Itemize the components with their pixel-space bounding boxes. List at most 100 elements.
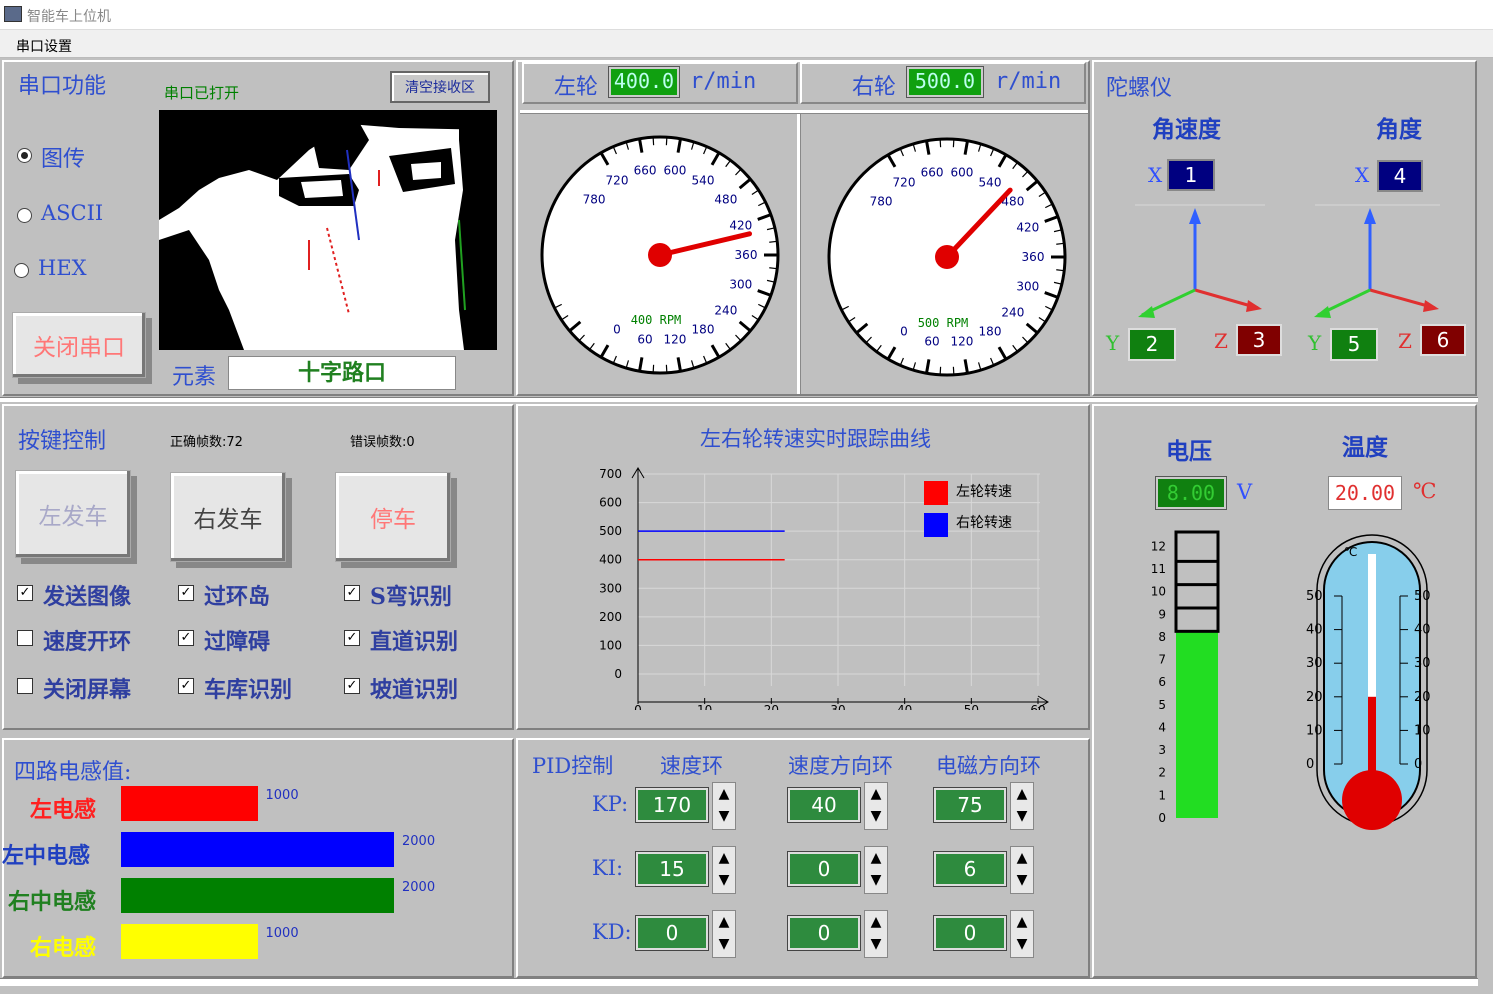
legend-left-swatch [924, 481, 948, 505]
arrow-up-icon[interactable]: ▲ [713, 783, 735, 805]
check-send-image[interactable]: ✓ 发送图像 [17, 580, 167, 610]
left-start-button[interactable]: 左发车 [15, 470, 131, 558]
thermo-tick-right: 30 [1414, 656, 1431, 671]
arrow-up-icon[interactable]: ▲ [1011, 847, 1033, 869]
angvel-z-value: 3 [1236, 324, 1282, 356]
x-tick-label: 10 [697, 703, 712, 710]
pid-value[interactable]: 0 [635, 915, 709, 951]
arrow-up-icon[interactable]: ▲ [865, 911, 887, 933]
y-tick-label: 600 [599, 496, 622, 510]
gauge-tick-label: 720 [893, 176, 916, 190]
left-unit: r/min [690, 69, 757, 94]
arrow-down-icon[interactable]: ▼ [1011, 805, 1033, 827]
check-s-curve[interactable]: ✓ S弯识别 [344, 580, 494, 610]
checkbox: ✓ [344, 678, 360, 694]
arrow-down-icon[interactable]: ▼ [713, 869, 735, 891]
voltage-tick-label: 10 [1151, 585, 1166, 599]
arrow-up-icon[interactable]: ▲ [1011, 911, 1033, 933]
gauge-tick-label: 540 [692, 174, 715, 188]
clear-receive-button[interactable]: 清空接收区 [390, 71, 490, 103]
check-ramp[interactable]: ✓ 坡道识别 [344, 673, 494, 703]
gauge-tick-label: 0 [900, 324, 908, 338]
pid-col-speed: 速度环 [660, 754, 723, 778]
title-bar: 智能车上位机 [0, 0, 1493, 30]
pid-spinner[interactable]: ▲ ▼ [864, 846, 888, 894]
gauge-tick-label: 540 [979, 176, 1002, 190]
gauge-tick-label: 780 [870, 195, 893, 209]
arrow-down-icon[interactable]: ▼ [865, 933, 887, 955]
arrow-up-icon[interactable]: ▲ [713, 911, 735, 933]
angle-z-label: Z [1398, 329, 1412, 353]
arrow-down-icon[interactable]: ▼ [865, 869, 887, 891]
radio-hex[interactable]: HEX [12, 256, 132, 283]
pid-spinner[interactable]: ▲ ▼ [712, 910, 736, 958]
pid-value[interactable]: 75 [933, 787, 1007, 823]
pid-value[interactable]: 15 [635, 851, 709, 887]
pid-value[interactable]: 0 [933, 915, 1007, 951]
arrow-down-icon[interactable]: ▼ [1011, 933, 1033, 955]
app-icon [4, 6, 22, 22]
arrow-up-icon[interactable]: ▲ [865, 847, 887, 869]
pid-spinner[interactable]: ▲ ▼ [1010, 782, 1034, 830]
serial-status: 串口已打开 [164, 84, 240, 102]
thermo-tick-left: 10 [1306, 723, 1323, 738]
pid-spinner[interactable]: ▲ ▼ [864, 910, 888, 958]
gauge-tick-label: 300 [1016, 279, 1039, 293]
voltage-title: 电压 [1166, 438, 1212, 465]
check-roundabout[interactable]: ✓ 过环岛 [178, 580, 328, 610]
radio-image[interactable]: 图传 [15, 144, 135, 172]
voltage-tick-label: 0 [1158, 811, 1166, 825]
pid-value[interactable]: 40 [787, 787, 861, 823]
pid-value[interactable]: 170 [635, 787, 709, 823]
thermo-tick-left: 50 [1306, 589, 1323, 604]
stop-button[interactable]: 停车 [335, 472, 451, 562]
menu-serial-settings[interactable]: 串口设置 [16, 36, 72, 56]
angvel-y-value: 2 [1128, 328, 1176, 361]
gauge-tick-label: 300 [729, 277, 752, 291]
voltage-unit: V [1237, 480, 1253, 504]
pid-value[interactable]: 6 [933, 851, 1007, 887]
gauge-tick-label: 420 [729, 219, 752, 233]
thermo-tick-left: 30 [1306, 656, 1323, 671]
close-port-button[interactable]: 关闭串口 [12, 312, 146, 378]
angvel-x-label: X [1148, 163, 1163, 187]
pid-spinner[interactable]: ▲ ▼ [864, 782, 888, 830]
arrow-up-icon[interactable]: ▲ [1011, 783, 1033, 805]
angular-velocity-label: 角速度 [1152, 116, 1221, 143]
check-close-screen[interactable]: 关闭屏幕 [17, 673, 167, 703]
x-tick-label: 50 [964, 703, 979, 710]
arrow-up-icon[interactable]: ▲ [865, 783, 887, 805]
pid-spinner[interactable]: ▲ ▼ [1010, 846, 1034, 894]
element-label: 元素 [172, 365, 217, 390]
arrow-down-icon[interactable]: ▼ [1011, 869, 1033, 891]
pid-spinner[interactable]: ▲ ▼ [1010, 910, 1034, 958]
voltage-tick-label: 1 [1158, 788, 1166, 802]
radio-ascii[interactable]: ASCII [15, 201, 135, 228]
right-start-button[interactable]: 右发车 [170, 472, 286, 562]
check-garage[interactable]: ✓ 车库识别 [178, 673, 328, 703]
angvel-y-label: Y [1106, 331, 1120, 355]
angle-y-value: 5 [1330, 328, 1378, 361]
gauge-tick-label: 0 [613, 322, 621, 336]
angle-y-label: Y [1308, 331, 1322, 355]
gauge-tick-label: 180 [979, 324, 1002, 338]
check-speed-open-loop[interactable]: 速度开环 [17, 625, 167, 655]
pid-value[interactable]: 0 [787, 851, 861, 887]
gauge-tick-label: 360 [735, 248, 758, 262]
angle-z-value: 6 [1420, 324, 1466, 356]
pid-value[interactable]: 0 [787, 915, 861, 951]
arrow-up-icon[interactable]: ▲ [713, 847, 735, 869]
arrow-down-icon[interactable]: ▼ [865, 805, 887, 827]
voltage-tick-label: 12 [1151, 539, 1166, 553]
arrow-down-icon[interactable]: ▼ [713, 805, 735, 827]
voltage-tick-label: 4 [1158, 720, 1166, 734]
voltage-tick-label: 11 [1151, 562, 1166, 576]
check-straight[interactable]: ✓ 直道识别 [344, 625, 494, 655]
checkbox [17, 678, 33, 694]
arrow-down-icon[interactable]: ▼ [713, 933, 735, 955]
gyro-title: 陀螺仪 [1106, 76, 1173, 101]
pid-spinner[interactable]: ▲ ▼ [712, 846, 736, 894]
check-obstacle[interactable]: ✓ 过障碍 [178, 625, 328, 655]
right-gauge-caption: 500 RPM [918, 316, 969, 330]
pid-spinner[interactable]: ▲ ▼ [712, 782, 736, 830]
